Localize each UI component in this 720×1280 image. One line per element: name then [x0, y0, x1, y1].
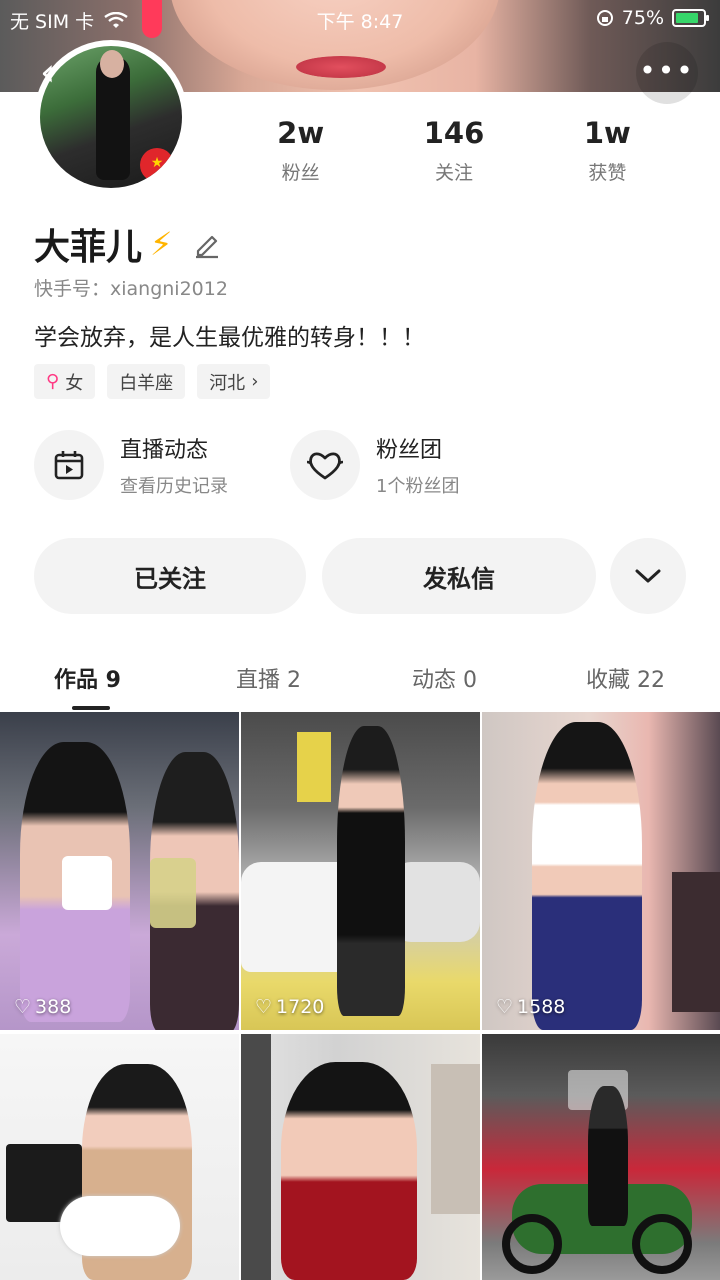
name-row: 大菲儿 ⚡	[34, 218, 222, 270]
message-button[interactable]: 发私信	[322, 538, 596, 614]
post-thumbnail[interactable]: ♡ 1720	[241, 712, 480, 1030]
stat-likes[interactable]: 1w 获赞	[531, 116, 684, 185]
stat-following[interactable]: 146 关注	[377, 116, 530, 185]
tab-favorites[interactable]: 收藏 22	[586, 662, 665, 694]
stat-value: 2w	[277, 116, 325, 150]
post-thumbnail[interactable]	[482, 1034, 720, 1280]
chevron-right-icon: ›	[251, 371, 259, 392]
like-count: 388	[35, 996, 72, 1018]
post-thumbnail[interactable]	[0, 1034, 239, 1280]
edit-icon[interactable]	[192, 229, 222, 259]
stat-label: 关注	[434, 162, 473, 184]
post-thumbnail[interactable]	[241, 1034, 480, 1280]
lightning-icon: ⚡	[150, 225, 173, 263]
rotation-lock-icon	[596, 10, 613, 26]
stat-followers[interactable]: 2w 粉丝	[224, 116, 377, 185]
stat-label: 粉丝	[281, 162, 320, 184]
tag-location[interactable]: 河北 ›	[197, 364, 271, 399]
stat-value: 146	[423, 116, 485, 150]
feature-subtitle: 查看历史记录	[120, 476, 228, 497]
like-count: 1720	[276, 996, 325, 1018]
following-button[interactable]: 已关注	[34, 538, 306, 614]
tag-gender: ⚲ 女	[34, 364, 96, 399]
tag-label: 女	[65, 372, 84, 394]
stat-label: 获赞	[588, 162, 627, 184]
post-likes: ♡ 1720	[255, 996, 324, 1018]
post-thumbnail[interactable]: ♡ 388	[0, 712, 239, 1030]
content-tabs: 作品 9 直播 2 动态 0 收藏 22	[0, 656, 720, 710]
back-button[interactable]: ‹	[40, 53, 55, 91]
chevron-down-icon	[635, 569, 661, 583]
like-count: 1588	[517, 996, 566, 1018]
battery-icon	[672, 9, 709, 27]
heart-outline-icon: ♡	[255, 996, 273, 1018]
tab-indicator	[72, 706, 110, 710]
tag-zodiac: 白羊座	[107, 364, 186, 399]
cover-lips	[296, 56, 386, 78]
expand-button[interactable]	[610, 538, 686, 614]
kuaishou-id: 快手号：xiangni2012	[34, 278, 228, 300]
feature-live-history[interactable]: 直播动态 查看历史记录	[34, 430, 228, 500]
profile-name: 大菲儿	[34, 227, 143, 268]
avatar[interactable]: ★	[34, 40, 188, 194]
avatar-image: ★	[40, 46, 182, 188]
post-likes: ♡ 1588	[496, 996, 565, 1018]
tag-label: 白羊座	[119, 372, 174, 394]
stat-value: 1w	[583, 116, 631, 150]
post-likes: ♡ 388	[14, 996, 71, 1018]
battery-percent: 75%	[621, 7, 664, 29]
live-calendar-icon	[34, 430, 104, 500]
profile-bio: 学会放弃，是人生最优雅的转身！！！	[34, 325, 425, 351]
profile-stats: 2w 粉丝 146 关注 1w 获赞	[224, 116, 684, 185]
feature-title: 直播动态	[120, 438, 209, 463]
female-icon: ⚲	[46, 371, 60, 392]
feature-fan-club[interactable]: 粉丝团 1个粉丝团	[290, 430, 459, 500]
more-options-button[interactable]: •••	[636, 42, 698, 104]
post-thumbnail[interactable]: ♡ 1588	[482, 712, 720, 1030]
fan-heart-icon	[290, 430, 360, 500]
heart-outline-icon: ♡	[496, 996, 514, 1018]
feature-title: 粉丝团	[376, 438, 443, 463]
china-flag-icon: ★	[140, 148, 174, 182]
heart-outline-icon: ♡	[14, 996, 32, 1018]
feature-subtitle: 1个粉丝团	[376, 476, 460, 497]
tag-label: 河北	[209, 372, 246, 394]
tab-works[interactable]: 作品 9	[54, 662, 121, 694]
tab-live[interactable]: 直播 2	[236, 662, 301, 694]
tab-moments[interactable]: 动态 0	[412, 662, 477, 694]
profile-tags: ⚲ 女 白羊座 河北 ›	[34, 364, 271, 399]
status-bar: 无 SIM 卡 下午 8:47 75%	[0, 0, 720, 36]
